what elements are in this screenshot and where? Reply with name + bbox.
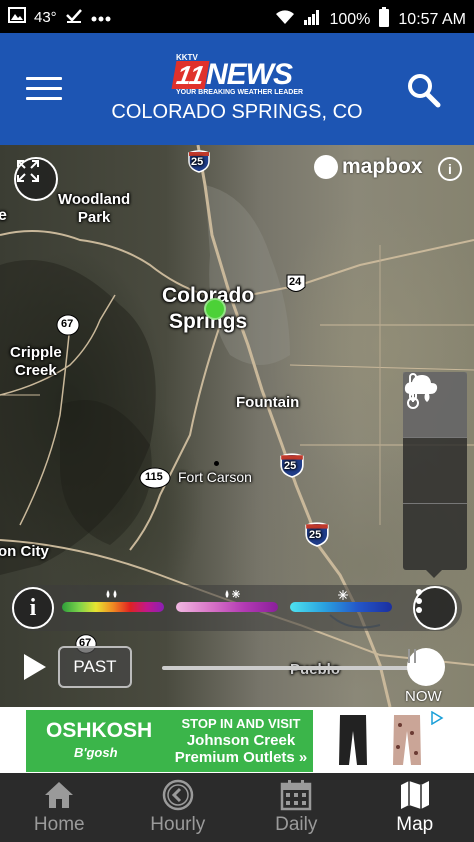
app-header: KKTV 11 NEWS YOUR BREAKING WEATHER LEADE… <box>0 33 474 145</box>
tab-hourly-label: Hourly <box>150 814 206 835</box>
fullscreen-button[interactable] <box>14 157 58 201</box>
interstate-shield-north-label: 25 <box>191 156 204 168</box>
timeline-thumb[interactable] <box>407 648 445 686</box>
now-label: NOW <box>405 688 442 705</box>
tab-map-label: Map <box>396 814 434 835</box>
temperature-status: 43° <box>34 8 57 26</box>
mix-scale <box>176 602 278 612</box>
playback-bar: PAST NOW <box>0 640 474 707</box>
interstate-shield-south-label: 25 <box>309 529 322 541</box>
layer-panel-pointer <box>426 570 442 578</box>
tab-home[interactable]: Home <box>0 773 119 842</box>
place-label-fountain: Fountain <box>236 394 300 411</box>
place-label-woodland-park: Woodland Park <box>58 191 131 226</box>
ad-banner[interactable]: OSHKOSH B'gosh STOP IN AND VISIT Johnson… <box>0 707 474 773</box>
ad-brand: OSHKOSH B'gosh <box>46 720 152 764</box>
mapbox-label: mapbox <box>342 155 423 178</box>
ad-line-3: Premium Outlets » <box>174 749 308 766</box>
logo-tagline: YOUR BREAKING WEATHER LEADER <box>176 89 304 96</box>
ad-message: STOP IN AND VISIT Johnson Creek Premium … <box>166 715 316 766</box>
location-title: COLORADO SPRINGS, CO <box>111 101 363 123</box>
ad-line-2: Johnson Creek <box>186 732 296 749</box>
tab-hourly[interactable]: Hourly <box>119 773 238 842</box>
attribution-info-button[interactable]: i <box>438 157 462 181</box>
tab-home-label: Home <box>33 814 85 835</box>
drag-handle-icon <box>408 649 416 663</box>
map-icon <box>399 778 431 812</box>
clock-icon <box>162 778 194 812</box>
mapbox-attribution[interactable]: mapbox <box>314 155 423 179</box>
image-icon <box>8 7 26 27</box>
wifi-icon <box>275 9 295 30</box>
ad-choices-icon[interactable] <box>430 710 444 730</box>
place-dot-fort-carson <box>214 461 219 466</box>
check-icon <box>65 7 83 27</box>
play-icon <box>24 654 46 680</box>
bottom-tab-bar: Home Hourly Daily Map <box>0 773 474 842</box>
more-notifications-icon <box>91 9 111 26</box>
play-button[interactable] <box>22 652 52 684</box>
more-options-button[interactable] <box>413 586 457 630</box>
layer-clouds[interactable] <box>403 375 467 570</box>
place-label-fort-carson: Fort Carson <box>178 469 252 485</box>
layer-temperature[interactable] <box>403 373 467 504</box>
clock-time: 10:57 AM <box>398 10 466 28</box>
mapbox-logo-icon <box>314 155 338 179</box>
state-route-shield-67-label: 67 <box>61 318 74 330</box>
past-button[interactable]: PAST <box>58 646 132 688</box>
interstate-shield-mid-label: 25 <box>284 460 297 472</box>
status-bar: 43° 100% 10:57 AM <box>0 0 474 33</box>
timeline-track[interactable] <box>162 666 424 670</box>
tab-daily-label: Daily <box>275 814 318 835</box>
menu-icon[interactable] <box>26 77 62 101</box>
state-route-shield-115-label: 115 <box>145 471 163 483</box>
ad-brand-sub: B'gosh <box>74 745 118 760</box>
tab-map[interactable]: Map <box>356 773 474 842</box>
ad-line-1: STOP IN AND VISIT <box>181 716 301 731</box>
signal-icon <box>303 9 321 30</box>
us-route-shield-label: 24 <box>289 276 302 288</box>
ad-product-panel <box>313 710 448 772</box>
legend-info-label: i <box>29 594 37 621</box>
ad-leggings-print-image <box>393 715 421 765</box>
logo-number: 11 <box>171 60 210 90</box>
legend-info-button[interactable]: i <box>12 587 54 629</box>
station-logo: KKTV 11 NEWS YOUR BREAKING WEATHER LEADE… <box>168 53 308 97</box>
logo-word: NEWS <box>206 58 293 91</box>
tab-daily[interactable]: Daily <box>237 773 356 842</box>
home-icon <box>43 778 75 812</box>
battery-icon <box>378 7 390 32</box>
more-vertical-icon <box>416 589 422 613</box>
layer-panel <box>403 372 467 570</box>
current-location-marker <box>204 298 226 320</box>
place-label-cripple-creek: Cripple Creek <box>10 344 62 379</box>
ad-content[interactable]: OSHKOSH B'gosh STOP IN AND VISIT Johnson… <box>26 710 448 772</box>
search-icon[interactable] <box>404 71 444 111</box>
expand-icon <box>17 160 39 182</box>
radar-map[interactable]: 25 25 25 24 67 115 67 e Woodland Park Co… <box>0 145 474 707</box>
battery-level: 100% <box>329 10 371 28</box>
ad-brand-name: OSHKOSH <box>46 719 153 742</box>
place-label-canon-city: on City <box>0 543 49 560</box>
rain-scale <box>62 602 164 612</box>
calendar-icon <box>280 778 312 812</box>
ad-leggings-black-image <box>339 715 367 765</box>
place-label-edge: e <box>0 207 7 224</box>
cloud-icon <box>404 375 438 394</box>
legend-bar: i <box>10 585 462 631</box>
snow-scale <box>290 602 392 612</box>
